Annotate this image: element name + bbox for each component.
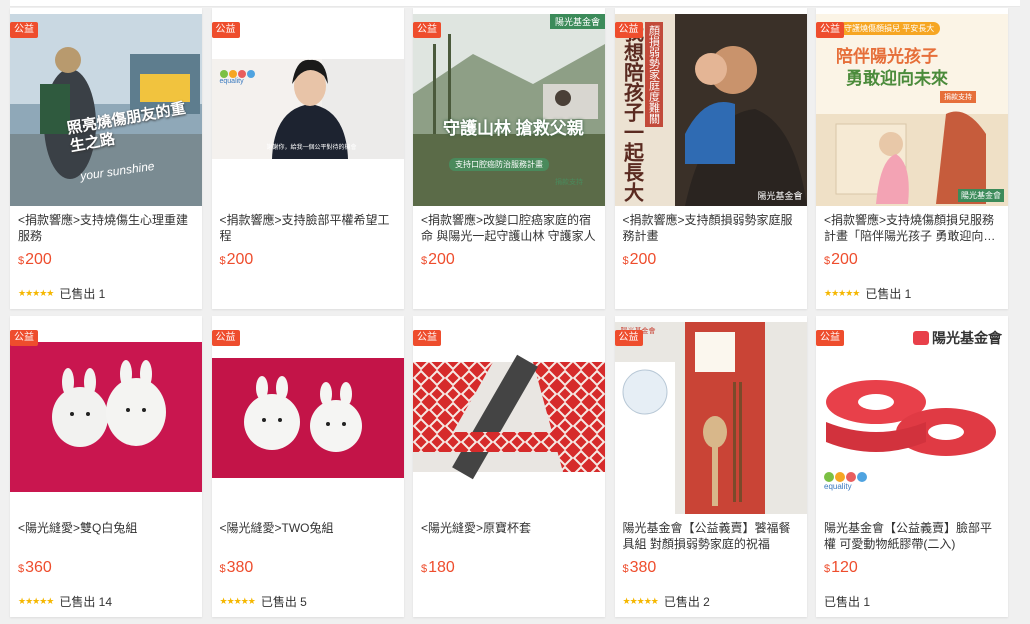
product-image[interactable]: [10, 322, 202, 514]
product-title[interactable]: <捐款響應>改變口腔癌家庭的宿命 與陽光一起守護山林 守護家人: [421, 212, 599, 244]
product-title[interactable]: 陽光基金會【公益義賣】臉部平權 可愛動物紙膠帶(二入): [824, 520, 1002, 552]
image-subtext: 支持口腔癌防治服務計畫: [449, 158, 549, 171]
sold-count: 已售出 5: [260, 595, 307, 609]
foundation-logo-icon: [913, 331, 929, 345]
product-meta: ★★★★★ 已售出 1: [824, 285, 911, 302]
charity-badge: 公益: [211, 330, 240, 346]
product-price: $200: [824, 251, 858, 268]
image-cta: 捐款支持: [555, 179, 583, 186]
product-price: $200: [219, 251, 254, 268]
product-card[interactable]: 公益 <陽光縫愛>TWO兔組 $380 ★★★★★ 已售出 5: [211, 316, 404, 617]
product-price: $200: [421, 251, 455, 268]
image-headline: 我想陪孩子一起長大: [620, 22, 643, 202]
image-sidebar-text: 顏損弱勢家庭度難關: [644, 22, 663, 127]
product-price: $180: [421, 559, 455, 576]
product-meta: ★★★★★ 已售出 14: [18, 593, 112, 610]
product-title[interactable]: <陽光縫愛>原寶杯套: [421, 520, 599, 536]
charity-badge: 公益: [10, 22, 38, 38]
product-image[interactable]: 照亮燒傷朋友的重生之路 your sunshine: [10, 14, 202, 206]
product-price: $120: [824, 559, 858, 576]
product-price: $380: [622, 559, 657, 576]
rating-stars-icon: ★★★★★: [824, 288, 860, 298]
product-image[interactable]: [413, 322, 605, 514]
sold-count: 已售出 1: [865, 287, 912, 301]
foundation-tag: 陽光基金會: [958, 189, 1004, 202]
image-cta: 捐款支持: [940, 91, 976, 103]
product-card[interactable]: equality 謝謝你，給我一個公平對待的機會 公益 <捐款響應>支持臉部平權…: [211, 8, 404, 309]
foundation-tag: 陽光基金會: [757, 191, 803, 201]
image-topline: 守護燒傷顏損兒 平安長大: [838, 22, 941, 35]
image-headline-2: 勇敢迎向未來: [846, 69, 948, 88]
image-caption: 謝謝你，給我一個公平對待的機會: [266, 145, 357, 151]
product-card[interactable]: 公益 <陽光縫愛>原寶杯套 $180: [413, 316, 605, 617]
product-price: $380: [219, 559, 254, 576]
product-title[interactable]: <捐款響應>支持燒傷顏損兒服務計畫「陪伴陽光孩子 勇敢迎向未來」: [824, 212, 1002, 244]
product-card[interactable]: 公益 <陽光縫愛>雙Q白兔組 $360 ★★★★★ 已售出 14: [10, 316, 202, 617]
foundation-tag: 陽光基金會: [549, 14, 605, 29]
equality-logo: equality: [824, 482, 852, 491]
product-card[interactable]: 陽光基金會 守護山林 搶救父親 支持口腔癌防治服務計畫 捐款支持 公益 <捐款響…: [413, 8, 605, 309]
product-title[interactable]: <捐款響應>支持燒傷生心理重建服務: [18, 212, 196, 244]
image-headline: 守護山林 搶救父親: [443, 119, 584, 138]
product-card[interactable]: 陽光基金會 公益 陽光基金會【公益義賣】饕福餐具組 對顏損弱勢家庭的祝福 $38…: [614, 316, 807, 617]
rating-stars-icon: ★★★★★: [219, 596, 256, 606]
product-title[interactable]: <捐款響應>支持臉部平權希望工程: [220, 212, 398, 244]
charity-badge: 公益: [816, 330, 844, 346]
sold-count: 已售出 14: [59, 595, 113, 609]
sold-count: 已售出 2: [663, 595, 710, 609]
product-image[interactable]: 陽光基金會: [614, 322, 807, 514]
product-image[interactable]: 守護燒傷顏損兒 平安長大 陪伴陽光孩子 勇敢迎向未來 捐款支持 陽光基金會: [816, 14, 1008, 206]
product-card[interactable]: 顏損弱勢家庭度難關 我想陪孩子一起長大 陽光基金會 公益 <捐款響應>支持顏損弱…: [614, 8, 807, 309]
product-card[interactable]: 守護燒傷顏損兒 平安長大 陪伴陽光孩子 勇敢迎向未來 捐款支持 陽光基金會 公益…: [816, 8, 1008, 309]
product-image[interactable]: 陽光基金會 守護山林 搶救父親 支持口腔癌防治服務計畫 捐款支持: [413, 14, 605, 206]
charity-badge: 公益: [816, 22, 844, 38]
product-title[interactable]: <陽光縫愛>TWO兔組: [220, 520, 398, 536]
foundation-logo: 陽光基金會: [932, 330, 1002, 346]
product-meta: ★★★★★ 已售出 1: [18, 285, 105, 302]
product-image[interactable]: 顏損弱勢家庭度難關 我想陪孩子一起長大 陽光基金會: [614, 14, 807, 206]
charity-badge: 公益: [413, 330, 441, 346]
charity-badge: 公益: [10, 330, 38, 346]
charity-badge: 公益: [614, 22, 643, 38]
product-card[interactable]: 照亮燒傷朋友的重生之路 your sunshine 公益 <捐款響應>支持燒傷生…: [10, 8, 202, 309]
product-grid: 照亮燒傷朋友的重生之路 your sunshine 公益 <捐款響應>支持燒傷生…: [10, 8, 1008, 617]
top-bar: [10, 0, 1020, 7]
product-price: $200: [18, 251, 52, 268]
product-image[interactable]: [211, 322, 404, 514]
charity-badge: 公益: [211, 22, 240, 38]
product-image[interactable]: equality 謝謝你，給我一個公平對待的機會: [211, 14, 404, 206]
rating-stars-icon: ★★★★★: [622, 596, 659, 606]
sold-count: 已售出 1: [824, 595, 871, 609]
charity-badge: 公益: [614, 330, 643, 346]
product-meta: ★★★★★ 已售出 5: [220, 593, 307, 610]
product-image[interactable]: 陽光基金會 equality: [816, 322, 1008, 514]
product-title[interactable]: <捐款響應>支持顏損弱勢家庭服務計畫: [623, 212, 801, 244]
product-title[interactable]: 陽光基金會【公益義賣】饕福餐具組 對顏損弱勢家庭的祝福: [623, 520, 801, 552]
product-price: $200: [622, 251, 657, 268]
product-card[interactable]: 陽光基金會 equality 公益 陽光基金會【公益義賣】臉部平權 可愛動物紙膠…: [816, 316, 1008, 617]
product-title[interactable]: <陽光縫愛>雙Q白兔組: [18, 520, 196, 536]
product-meta: 已售出 1: [824, 593, 870, 610]
product-meta: ★★★★★ 已售出 2: [623, 593, 710, 610]
product-price: $360: [18, 559, 52, 576]
equality-logo: equality: [219, 78, 244, 85]
rating-stars-icon: ★★★★★: [18, 288, 54, 298]
charity-badge: 公益: [413, 22, 441, 38]
rating-stars-icon: ★★★★★: [18, 596, 54, 606]
sold-count: 已售出 1: [59, 287, 106, 301]
